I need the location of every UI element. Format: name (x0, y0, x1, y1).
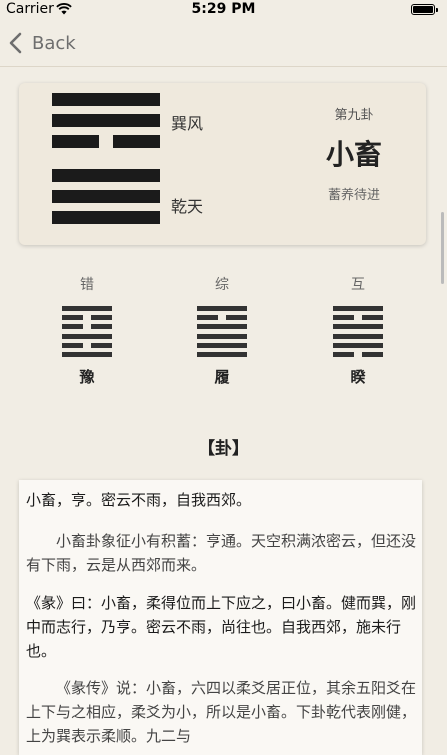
hexagram-card: 巽风 乾天 第九卦 小畜 蓄养待进 (19, 83, 426, 245)
navigation-bar: Back (0, 20, 447, 67)
tuan-explanation: 《彖传》说：小畜，六四以柔爻居正位，其余五阳爻在上下与之相应，柔爻为小，所以是小… (26, 679, 417, 745)
related-hexagram-zong[interactable]: 综 履 (192, 274, 252, 387)
related-hexagram-hu[interactable]: 互 睽 (328, 274, 388, 387)
related-label: 综 (215, 277, 229, 293)
mini-hexagram-icon (62, 306, 112, 357)
hexagram-line (52, 93, 160, 106)
mini-hexagram-icon (197, 306, 247, 357)
mini-hexagram-icon (333, 306, 383, 357)
status-bar: Carrier 5:29 PM (0, 0, 447, 20)
related-name: 豫 (79, 368, 95, 386)
related-label: 互 (351, 277, 365, 293)
lower-trigram-label: 乾天 (171, 197, 204, 216)
back-label: Back (32, 32, 76, 54)
hexagram-description: 蓄养待进 (327, 188, 380, 203)
hexagram-line (52, 211, 160, 224)
related-name: 履 (214, 368, 230, 386)
status-time: 5:29 PM (191, 1, 256, 17)
hexagram-line (52, 169, 160, 182)
scrollbar[interactable] (441, 212, 444, 284)
back-button[interactable]: Back (8, 30, 76, 56)
hexagram-number: 第九卦 (334, 108, 374, 123)
section-title: 【卦】 (198, 439, 249, 459)
hexagram-line (52, 135, 160, 148)
text-panel[interactable]: 小畜，亨。密云不雨，自我西郊。 小畜卦象征小有积蓄：亨通。天空积满浓密云，但还没… (19, 480, 422, 755)
battery-icon (411, 4, 438, 15)
hexagram-line (52, 190, 160, 203)
related-name: 睽 (350, 368, 366, 386)
related-label: 错 (80, 277, 94, 293)
hexagram-line (52, 114, 160, 127)
upper-trigram-label: 巽风 (171, 114, 204, 133)
judgment-explanation: 小畜卦象征小有积蓄：亨通。天空积满浓密云，但还没有下雨，云是从西郊而来。 (26, 532, 417, 574)
hexagram-name: 小畜 (325, 138, 382, 171)
judgment-text: 小畜，亨。密云不雨，自我西郊。 (26, 491, 252, 509)
chevron-left-icon (9, 32, 22, 54)
related-hexagram-cuo[interactable]: 错 豫 (57, 274, 117, 387)
tuan-text: 《彖》曰：小畜，柔得位而上下应之，曰小畜。健而巽，刚中而志行，乃亨。密云不雨，尚… (26, 594, 417, 660)
